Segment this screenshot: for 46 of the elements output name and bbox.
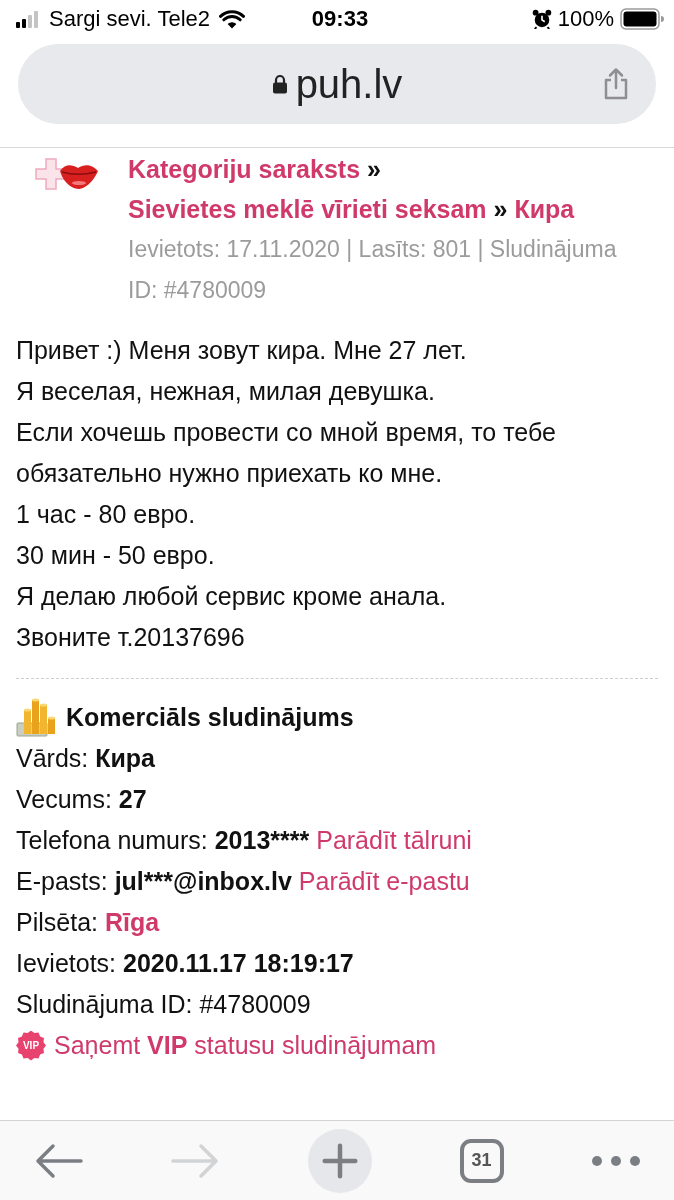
wifi-icon <box>219 9 245 29</box>
ad-text: 1 час - 80 евро. <box>16 499 197 530</box>
share-button[interactable] <box>602 67 630 101</box>
plus-icon <box>322 1142 358 1179</box>
clock-time: 09:33 <box>311 6 369 31</box>
reveal-link[interactable]: Parādīt e-pastu <box>298 867 470 895</box>
ad-text: Привет :) Меня зовут кира. Мне 27 лет. <box>16 335 468 366</box>
detail-line: Ievietots: 2020.11.17 18:19:17 <box>16 948 355 979</box>
ad-text: Я веселая, нежная, милая девушка. <box>16 376 436 407</box>
breadcrumb-link[interactable]: Кира <box>514 195 575 223</box>
ad-meta-text: Ievietots: 17.11.2020 | Lasīts: 801 | Sludinājuma ID: #4780009 <box>128 235 618 305</box>
breadcrumb-separator: » <box>493 195 508 223</box>
back-button[interactable] <box>33 1142 83 1179</box>
battery-percent: 100% <box>557 6 614 32</box>
value-link[interactable]: Rīga <box>104 908 160 936</box>
breadcrumb-link[interactable]: Sievietes meklē vīrieti seksam <box>128 195 487 223</box>
section-title: Komerciāls sludinājums <box>66 701 354 733</box>
more-button[interactable] <box>591 1154 641 1167</box>
breadcrumb-link[interactable]: Kategoriju saraksts <box>128 155 361 183</box>
lock-icon <box>271 74 288 94</box>
detail-line: E-pasts: jul***@inbox.lv Parādīt e-pastu <box>16 866 471 897</box>
ad-text: 30 мин - 50 евро. <box>16 540 216 571</box>
ad-text: Звоните т.20137696 <box>16 622 246 653</box>
breadcrumb-separator: » <box>367 155 381 183</box>
tabs-button[interactable]: 31 <box>459 1138 504 1183</box>
vip-badge: VIP <box>16 1030 46 1061</box>
more-icon <box>591 1154 641 1167</box>
detail-line: Pilsēta: Rīga <box>16 907 161 938</box>
url-text: puh.lv <box>295 61 403 107</box>
vip-status-link[interactable]: Saņemt VIP statusu sludinājumam <box>54 1025 437 1066</box>
carrier-name: Sargi sevi. Tele2 <box>49 6 210 32</box>
detail-line: Vārds: Кира <box>16 743 156 774</box>
detail-line: Sludinājuma ID: #4780009 <box>16 989 312 1020</box>
reveal-link[interactable]: Parādīt tālruni <box>316 826 472 854</box>
alarm-clock-icon <box>531 9 552 29</box>
share-icon <box>602 67 630 101</box>
address-field[interactable]: puh.lv <box>18 44 656 124</box>
coin-stack-icon <box>16 696 56 738</box>
detail-line: Telefona numurs: 2013**** Parādīt tālruni <box>16 825 473 856</box>
battery-icon <box>620 8 664 30</box>
detail-line: Vecums: 27 <box>16 784 148 815</box>
arrow-left-icon <box>33 1142 83 1179</box>
ad-text: Я делаю любой сервис кроме анала. <box>16 581 448 612</box>
arrow-right-icon <box>170 1142 221 1179</box>
signal-icon <box>16 10 40 28</box>
ad-text: Если хочешь провести со мной время, то тебе обязательно нужно приехать ко мне. <box>16 417 557 489</box>
